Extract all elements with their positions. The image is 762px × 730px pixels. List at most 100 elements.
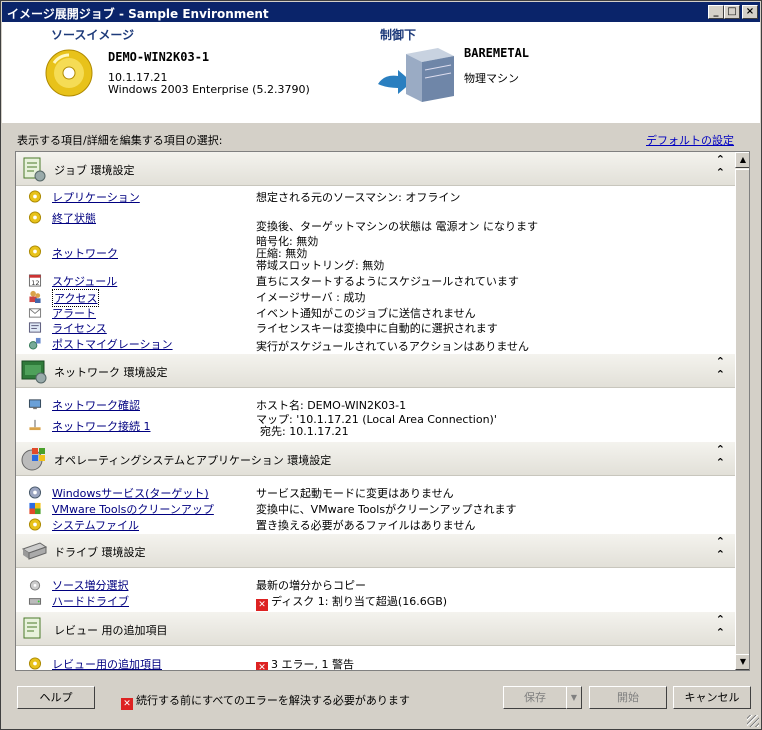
- source-incremental-value: 最新の増分からコピー: [256, 579, 366, 592]
- save-button[interactable]: 保存: [503, 686, 567, 709]
- scroll-down-button[interactable]: ▼: [735, 654, 749, 670]
- header-panel: ソースイメージ DEMO-WIN2K03-1 10.1.17.21 Window…: [2, 22, 760, 123]
- monitor-icon: [28, 399, 42, 410]
- title-bar[interactable]: イメージ展開ジョブ - Sample Environment _ □ ×: [2, 2, 760, 22]
- windows-services-value: サービス起動モードに変更はありません: [256, 487, 454, 500]
- cd-icon: [28, 245, 42, 258]
- windows-gear-icon: [21, 448, 45, 471]
- network-check-link[interactable]: ネットワーク確認: [52, 397, 140, 413]
- section-network-settings[interactable]: ネットワーク 環境設定 ⌃ ⌃: [16, 354, 735, 388]
- default-settings-link[interactable]: デフォルトの設定: [646, 132, 734, 148]
- close-button[interactable]: ×: [742, 5, 758, 19]
- calendar-icon: 12: [28, 274, 42, 287]
- review-items-link[interactable]: レビュー用の追加項目: [52, 656, 162, 670]
- schedule-value: 直ちにスタートするようにスケジュールされています: [256, 275, 519, 288]
- settings-panel: ジョブ 環境設定 ⌃ ⌃ レプリケーション 想定される元のソースマシン: オフライ…: [15, 151, 750, 671]
- section-title: ネットワーク 環境設定: [54, 366, 168, 379]
- source-incremental-link[interactable]: ソース増分選択: [52, 577, 128, 593]
- section-title: ジョブ 環境設定: [54, 164, 135, 177]
- target-name: BAREMETAL: [464, 46, 530, 60]
- license-icon: [28, 322, 42, 333]
- scroll-thumb[interactable]: [735, 169, 749, 655]
- network-connection-icon: [29, 419, 41, 431]
- section-job-settings[interactable]: ジョブ 環境設定 ⌃ ⌃: [16, 152, 735, 186]
- list-item: Windowsサービス(ターゲット) サービス起動モードに変更はありません: [16, 485, 735, 500]
- cancel-button[interactable]: キャンセル: [673, 686, 751, 709]
- review-items-value: ✕ 3 エラー, 1 警告: [256, 656, 354, 671]
- system-files-value: 置き換える必要があるファイルはありません: [256, 519, 476, 532]
- cd-icon: [28, 518, 42, 531]
- collapse-chevron-icon[interactable]: ⌃ ⌃: [716, 153, 725, 179]
- error-icon: ✕: [121, 698, 133, 710]
- section-drive-settings[interactable]: ドライブ 環境設定 ⌃ ⌃: [16, 534, 735, 568]
- start-button[interactable]: 開始: [589, 686, 667, 709]
- post-migration-value: 実行がスケジュールされているアクションはありません: [256, 340, 530, 353]
- image-deploy-window: イメージ展開ジョブ - Sample Environment _ □ × ソース…: [0, 0, 762, 730]
- gear-icon: [28, 486, 42, 499]
- svg-text:12: 12: [31, 279, 39, 287]
- list-item: ネットワーク 暗号化: 無効 圧縮: 無効 帯域スロットリング: 無効: [16, 236, 735, 272]
- post-migration-link[interactable]: ポストマイグレーション: [52, 336, 173, 352]
- cd-icon: [28, 211, 42, 224]
- save-dropdown-icon[interactable]: ▼: [566, 686, 582, 709]
- hard-drive-icon: [28, 598, 42, 605]
- replication-link[interactable]: レプリケーション: [52, 189, 140, 205]
- source-os: Windows 2003 Enterprise (5.2.3790): [108, 83, 310, 96]
- section-review-items[interactable]: レビュー 用の追加項目 ⌃ ⌃: [16, 612, 735, 646]
- cd-disc-icon: [45, 49, 93, 97]
- section-title: ドライブ 環境設定: [54, 546, 146, 559]
- minimize-button[interactable]: _: [708, 5, 724, 19]
- end-state-link[interactable]: 終了状態: [52, 210, 96, 226]
- collapse-chevron-icon[interactable]: ⌃ ⌃: [716, 613, 725, 639]
- hard-drive-link[interactable]: ハードドライブ: [52, 593, 129, 609]
- window-title: イメージ展開ジョブ - Sample Environment: [7, 7, 269, 21]
- source-name: DEMO-WIN2K03-1: [108, 50, 210, 64]
- users-icon: [29, 290, 41, 303]
- network-connection-link[interactable]: ネットワーク接続 1: [52, 418, 151, 434]
- review-items-value-text: 3 エラー, 1 警告: [271, 658, 354, 671]
- vmware-tools-link[interactable]: VMware Toolsのクリーンアップ: [52, 501, 214, 517]
- license-link[interactable]: ライセンス: [52, 320, 107, 336]
- windows-services-link[interactable]: Windowsサービス(ターゲット): [52, 485, 209, 501]
- source-label: ソースイメージ: [51, 28, 135, 42]
- list-item: システムファイル 置き換える必要があるファイルはありません: [16, 517, 735, 532]
- scroll-up-button[interactable]: ▲: [735, 152, 749, 168]
- cd-icon: [28, 190, 42, 203]
- system-files-link[interactable]: システムファイル: [52, 517, 139, 533]
- list-item: VMware Toolsのクリーンアップ 変換中に、VMware Toolsがク…: [16, 501, 735, 516]
- help-button[interactable]: ヘルプ: [17, 686, 95, 709]
- license-value: ライセンスキーは変換中に自動的に選択されます: [256, 322, 498, 335]
- network-link[interactable]: ネットワーク: [52, 245, 118, 261]
- list-item: レビュー用の追加項目 ✕ 3 エラー, 1 警告: [16, 656, 735, 671]
- section-title: レビュー 用の追加項目: [54, 624, 168, 637]
- selection-prompt: 表示する項目/詳細を編集する項目の選択:: [17, 134, 223, 147]
- alert-link[interactable]: アラート: [52, 305, 96, 321]
- review-icon: [23, 617, 41, 639]
- hard-drive-value: ✕ ディスク 1: 割り当て超過(16.6GB): [256, 593, 447, 611]
- target-type: 物理マシン: [464, 72, 519, 85]
- server-icon: [378, 48, 454, 102]
- error-icon: ✕: [256, 662, 268, 670]
- vertical-scrollbar[interactable]: ▲ ▼: [735, 152, 749, 670]
- error-icon: ✕: [256, 599, 268, 611]
- hard-drive-value-text: ディスク 1: 割り当て超過(16.6GB): [271, 595, 448, 608]
- list-item: 12 スケジュール 直ちにスタートするようにスケジュールされています: [16, 273, 735, 288]
- list-item: ネットワーク確認 ホスト名: DEMO-WIN2K03-1: [16, 397, 735, 412]
- list-item: ハードドライブ ✕ ディスク 1: 割り当て超過(16.6GB): [16, 593, 735, 611]
- list-item: ポストマイグレーション 実行がスケジュールされているアクションはありません: [16, 336, 735, 353]
- resize-grip-icon[interactable]: [747, 715, 759, 727]
- cd-icon: [28, 657, 42, 670]
- section-os-settings[interactable]: オペレーティングシステムとアプリケーション 環境設定 ⌃ ⌃: [16, 442, 735, 476]
- envelope-icon: [28, 308, 42, 318]
- collapse-chevron-icon[interactable]: ⌃ ⌃: [716, 355, 725, 381]
- replication-value: 想定される元のソースマシン: オフライン: [256, 191, 461, 204]
- maximize-button[interactable]: □: [724, 5, 740, 19]
- target-label: 制御下: [380, 28, 417, 42]
- list-item: アクセス イメージサーバ : 成功: [16, 289, 735, 307]
- list-item: ソース増分選択 最新の増分からコピー: [16, 577, 735, 592]
- schedule-link[interactable]: スケジュール: [52, 273, 117, 289]
- incremental-icon: [29, 580, 41, 591]
- error-message: ✕ 続行する前にすべてのエラーを解決する必要があります: [121, 692, 410, 710]
- collapse-chevron-icon[interactable]: ⌃ ⌃: [716, 443, 725, 469]
- collapse-chevron-icon[interactable]: ⌃ ⌃: [716, 535, 725, 561]
